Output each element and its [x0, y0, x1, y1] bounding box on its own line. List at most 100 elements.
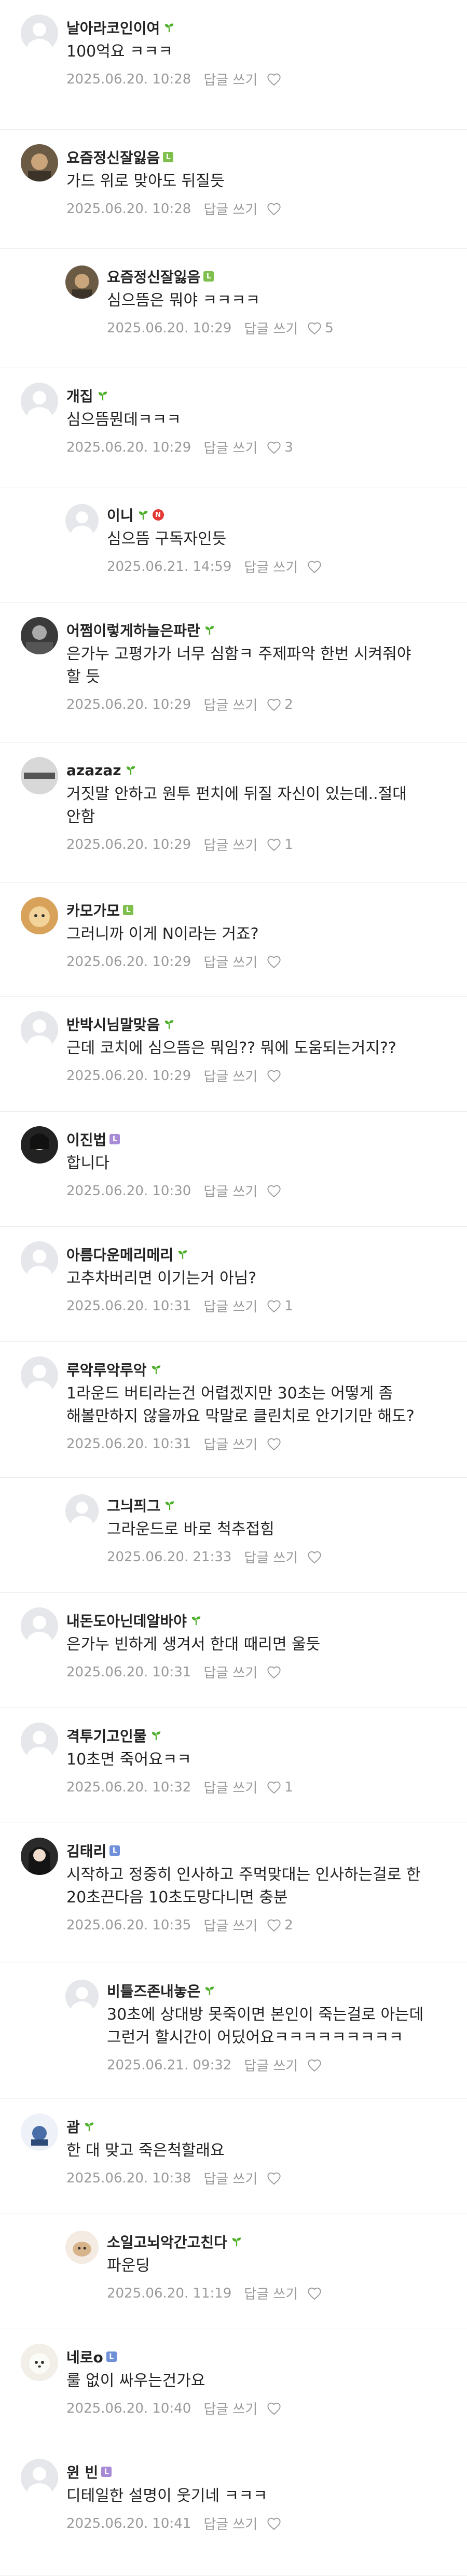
- like-button[interactable]: [267, 2172, 284, 2185]
- like-button[interactable]: [267, 1069, 284, 1083]
- reply-button[interactable]: 답글 쓰기: [203, 695, 257, 714]
- like-button[interactable]: [267, 2402, 284, 2415]
- comment-item: 루악루악루악 1라운드 버티라는건 어렵겠지만 30초는 어떻게 좀 해볼만하지…: [0, 1342, 467, 1478]
- avatar[interactable]: [21, 1011, 58, 1048]
- author-nickname[interactable]: 비틀즈존내놓은: [107, 1980, 200, 2001]
- avatar[interactable]: [21, 2344, 58, 2381]
- like-button[interactable]: [267, 955, 284, 969]
- reply-button[interactable]: 답글 쓰기: [203, 2168, 257, 2188]
- like-button[interactable]: [307, 560, 325, 573]
- reply-button[interactable]: 답글 쓰기: [203, 2514, 257, 2533]
- comment-item: 어쩜이렇게하늘은파란 은가누 고평가가 너무 심함ㅋ 주제파악 한번 시켜줘야 …: [0, 603, 467, 743]
- like-button[interactable]: [267, 2517, 284, 2530]
- reply-button[interactable]: 답글 쓰기: [203, 2399, 257, 2418]
- avatar[interactable]: [65, 1494, 99, 1528]
- reply-button[interactable]: 답글 쓰기: [244, 2055, 298, 2075]
- reply-button[interactable]: 답글 쓰기: [203, 199, 257, 218]
- reply-button[interactable]: 답글 쓰기: [203, 1434, 257, 1453]
- heart-icon: [308, 2059, 321, 2071]
- comment-text: 심으뜸 구독자인듯: [107, 530, 227, 548]
- author-nickname[interactable]: 윈 빈: [66, 2461, 98, 2482]
- reply-button[interactable]: 답글 쓰기: [244, 318, 298, 338]
- author-nickname[interactable]: 어쩜이렇게하늘은파란: [66, 620, 200, 640]
- comment-item: 네로o L 룰 없이 싸우는건가요 2025.06.20. 10:40 답글 쓰…: [0, 2329, 467, 2444]
- comment-text: 심으뜸뭔데ㅋㅋㅋ: [66, 411, 181, 429]
- heart-icon: [267, 2172, 281, 2185]
- avatar[interactable]: [21, 1356, 58, 1394]
- author-nickname[interactable]: 날아라코인이여: [66, 17, 160, 38]
- reply-button[interactable]: 답글 쓰기: [244, 557, 298, 576]
- avatar[interactable]: [65, 1980, 99, 2013]
- author-nickname[interactable]: 내돈도아닌데알바야: [66, 1610, 187, 1631]
- avatar[interactable]: [21, 2113, 58, 2151]
- reply-button[interactable]: 답글 쓰기: [203, 1066, 257, 1085]
- heart-icon: [267, 698, 281, 711]
- like-button[interactable]: [267, 1184, 284, 1198]
- author-nickname[interactable]: 네로o: [66, 2346, 103, 2367]
- member-badge-icon: [203, 625, 216, 635]
- reply-button[interactable]: 답글 쓰기: [203, 1181, 257, 1200]
- comment-text: 30초에 상대방 못죽이면 본인이 죽는걸로 아는데 그런거 할시간이 어딨어요…: [107, 2006, 424, 2047]
- author-nickname[interactable]: 반박시님말맞음: [66, 1014, 160, 1034]
- author-nickname[interactable]: 카모가모: [66, 900, 120, 920]
- avatar[interactable]: [21, 1241, 58, 1279]
- reply-button[interactable]: 답글 쓰기: [244, 1547, 298, 1566]
- member-badge-icon: [163, 22, 175, 33]
- author-nickname[interactable]: 요즘정신잘잃음: [107, 266, 200, 287]
- like-button[interactable]: [267, 1437, 284, 1451]
- reply-button[interactable]: 답글 쓰기: [203, 1915, 257, 1935]
- avatar[interactable]: [21, 1838, 58, 1875]
- avatar[interactable]: [65, 2231, 99, 2264]
- avatar[interactable]: [21, 1607, 58, 1645]
- like-button[interactable]: [267, 1665, 284, 1679]
- like-button[interactable]: 1: [267, 1780, 293, 1795]
- reply-button[interactable]: 답글 쓰기: [203, 1296, 257, 1315]
- comment-date: 2025.06.21. 14:59: [107, 558, 232, 575]
- avatar[interactable]: [21, 1723, 58, 1760]
- author-nickname[interactable]: 격투기고인물: [66, 1725, 147, 1746]
- avatar[interactable]: [21, 383, 58, 420]
- author-nickname[interactable]: 괌: [66, 2116, 80, 2137]
- reply-button[interactable]: 답글 쓰기: [203, 438, 257, 457]
- author-nickname[interactable]: 이니: [107, 505, 134, 525]
- reply-button[interactable]: 답글 쓰기: [244, 2284, 298, 2303]
- like-button[interactable]: [267, 73, 284, 86]
- author-nickname[interactable]: 아름다운메리메리: [66, 1244, 173, 1265]
- avatar[interactable]: [21, 617, 58, 654]
- member-badge-icon: [230, 2236, 243, 2247]
- avatar[interactable]: [65, 504, 99, 537]
- like-button[interactable]: 2: [267, 1917, 293, 1933]
- avatar[interactable]: [21, 897, 58, 934]
- reply-button[interactable]: 답글 쓰기: [203, 952, 257, 971]
- avatar[interactable]: [21, 15, 58, 52]
- avatar[interactable]: [65, 265, 99, 299]
- avatar[interactable]: [21, 144, 58, 181]
- like-button[interactable]: 3: [267, 440, 293, 455]
- like-button[interactable]: 1: [267, 837, 293, 852]
- avatar[interactable]: [21, 757, 58, 794]
- reply-button[interactable]: 답글 쓰기: [203, 835, 257, 854]
- like-button[interactable]: [307, 2287, 325, 2300]
- avatar[interactable]: [21, 2459, 58, 2496]
- author-nickname[interactable]: 그늬픠그: [107, 1495, 160, 1516]
- like-button[interactable]: 1: [267, 1298, 293, 1314]
- like-button[interactable]: [307, 2059, 325, 2072]
- comment-date: 2025.06.20. 10:28: [66, 201, 191, 217]
- author-nickname[interactable]: 개집: [66, 385, 93, 406]
- like-button[interactable]: 5: [307, 320, 334, 336]
- author-nickname[interactable]: 요즘정신잘잃음: [66, 147, 160, 167]
- like-button[interactable]: 2: [267, 697, 293, 712]
- like-button[interactable]: [267, 202, 284, 216]
- author-nickname[interactable]: azazaz: [66, 762, 121, 779]
- reply-button[interactable]: 답글 쓰기: [203, 1777, 257, 1797]
- author-nickname[interactable]: 소일고뇌악간고친다: [107, 2231, 227, 2252]
- author-nickname[interactable]: 루악루악루악: [66, 1359, 147, 1380]
- author-nickname[interactable]: 이진법: [66, 1129, 106, 1150]
- member-badge-icon: [190, 1615, 202, 1626]
- reply-button[interactable]: 답글 쓰기: [203, 1662, 257, 1682]
- reply-button[interactable]: 답글 쓰기: [203, 69, 257, 89]
- author-nickname[interactable]: 김태리: [66, 1840, 106, 1861]
- like-button[interactable]: [307, 1550, 325, 1564]
- avatar[interactable]: [21, 1126, 58, 1164]
- comment-date: 2025.06.20. 10:29: [66, 836, 191, 852]
